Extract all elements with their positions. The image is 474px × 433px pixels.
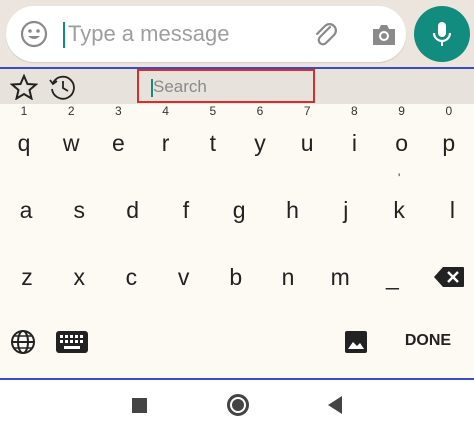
- done-button[interactable]: DONE: [392, 321, 464, 361]
- key-g[interactable]: g: [216, 185, 262, 235]
- system-navbar: [0, 380, 474, 433]
- key-b[interactable]: b: [213, 252, 259, 302]
- key-h[interactable]: h: [270, 185, 316, 235]
- home-circle-icon[interactable]: [227, 394, 249, 416]
- key-j[interactable]: j: [323, 185, 369, 235]
- mic-button[interactable]: [414, 6, 470, 62]
- key-y[interactable]: y: [237, 118, 283, 168]
- key-hint: 5: [209, 104, 217, 118]
- keyboard-icon[interactable]: [55, 330, 89, 354]
- key-m[interactable]: m: [317, 252, 363, 302]
- emoji-search-input[interactable]: [153, 75, 303, 99]
- clock-icon[interactable]: [48, 74, 76, 100]
- keyboard: q1 w2 e3 r4 t5 y6 u7 i8 o9 p0 asdfghjk' l zxcvbnm_ D…: [0, 67, 474, 380]
- back-triangle-icon[interactable]: [328, 396, 342, 414]
- emoji-icon[interactable]: [20, 20, 48, 48]
- key-t[interactable]: t: [190, 118, 236, 168]
- key-hint: 2: [67, 104, 75, 118]
- key-s[interactable]: s: [56, 185, 102, 235]
- square-icon[interactable]: [132, 398, 147, 413]
- key-r[interactable]: r: [143, 118, 189, 168]
- key-c[interactable]: c: [108, 252, 154, 302]
- mic-icon: [432, 22, 452, 46]
- backspace-icon[interactable]: [433, 266, 465, 288]
- key-d[interactable]: d: [110, 185, 156, 235]
- key-o[interactable]: o: [379, 118, 425, 168]
- key-n[interactable]: n: [265, 252, 311, 302]
- key-e[interactable]: e: [95, 118, 141, 168]
- key-underscore[interactable]: _: [369, 252, 415, 302]
- key-f[interactable]: f: [163, 185, 209, 235]
- key-u[interactable]: u: [284, 118, 330, 168]
- paperclip-icon[interactable]: [312, 21, 340, 49]
- key-z[interactable]: z: [4, 252, 50, 302]
- key-hint: 1: [20, 104, 28, 118]
- text-caret: [63, 22, 65, 48]
- message-input[interactable]: [68, 16, 298, 52]
- star-icon[interactable]: [10, 74, 38, 100]
- key-a[interactable]: a: [3, 185, 49, 235]
- key-hint: 9: [398, 104, 405, 118]
- image-icon[interactable]: [344, 330, 368, 354]
- emoji-search-box[interactable]: [137, 69, 315, 103]
- key-v[interactable]: v: [161, 252, 207, 302]
- key-hint: 6: [256, 104, 264, 118]
- key-l[interactable]: l: [429, 185, 474, 235]
- message-box[interactable]: [6, 6, 406, 62]
- key-hint: 0: [445, 104, 453, 118]
- key-hint: ': [397, 171, 401, 185]
- key-hint: 3: [115, 104, 122, 118]
- camera-icon[interactable]: [370, 22, 398, 48]
- key-k[interactable]: k: [376, 185, 422, 235]
- key-w[interactable]: w: [48, 118, 94, 168]
- key-hint: 8: [351, 104, 358, 118]
- emoji-search-bar: [0, 69, 474, 104]
- globe-icon[interactable]: [10, 329, 36, 355]
- composer-bar: [0, 0, 474, 67]
- key-q[interactable]: q: [1, 118, 47, 168]
- key-i[interactable]: i: [331, 118, 377, 168]
- key-p[interactable]: p: [426, 118, 472, 168]
- key-x[interactable]: x: [56, 252, 102, 302]
- key-hint: 7: [303, 104, 311, 118]
- key-hint: 4: [162, 104, 169, 118]
